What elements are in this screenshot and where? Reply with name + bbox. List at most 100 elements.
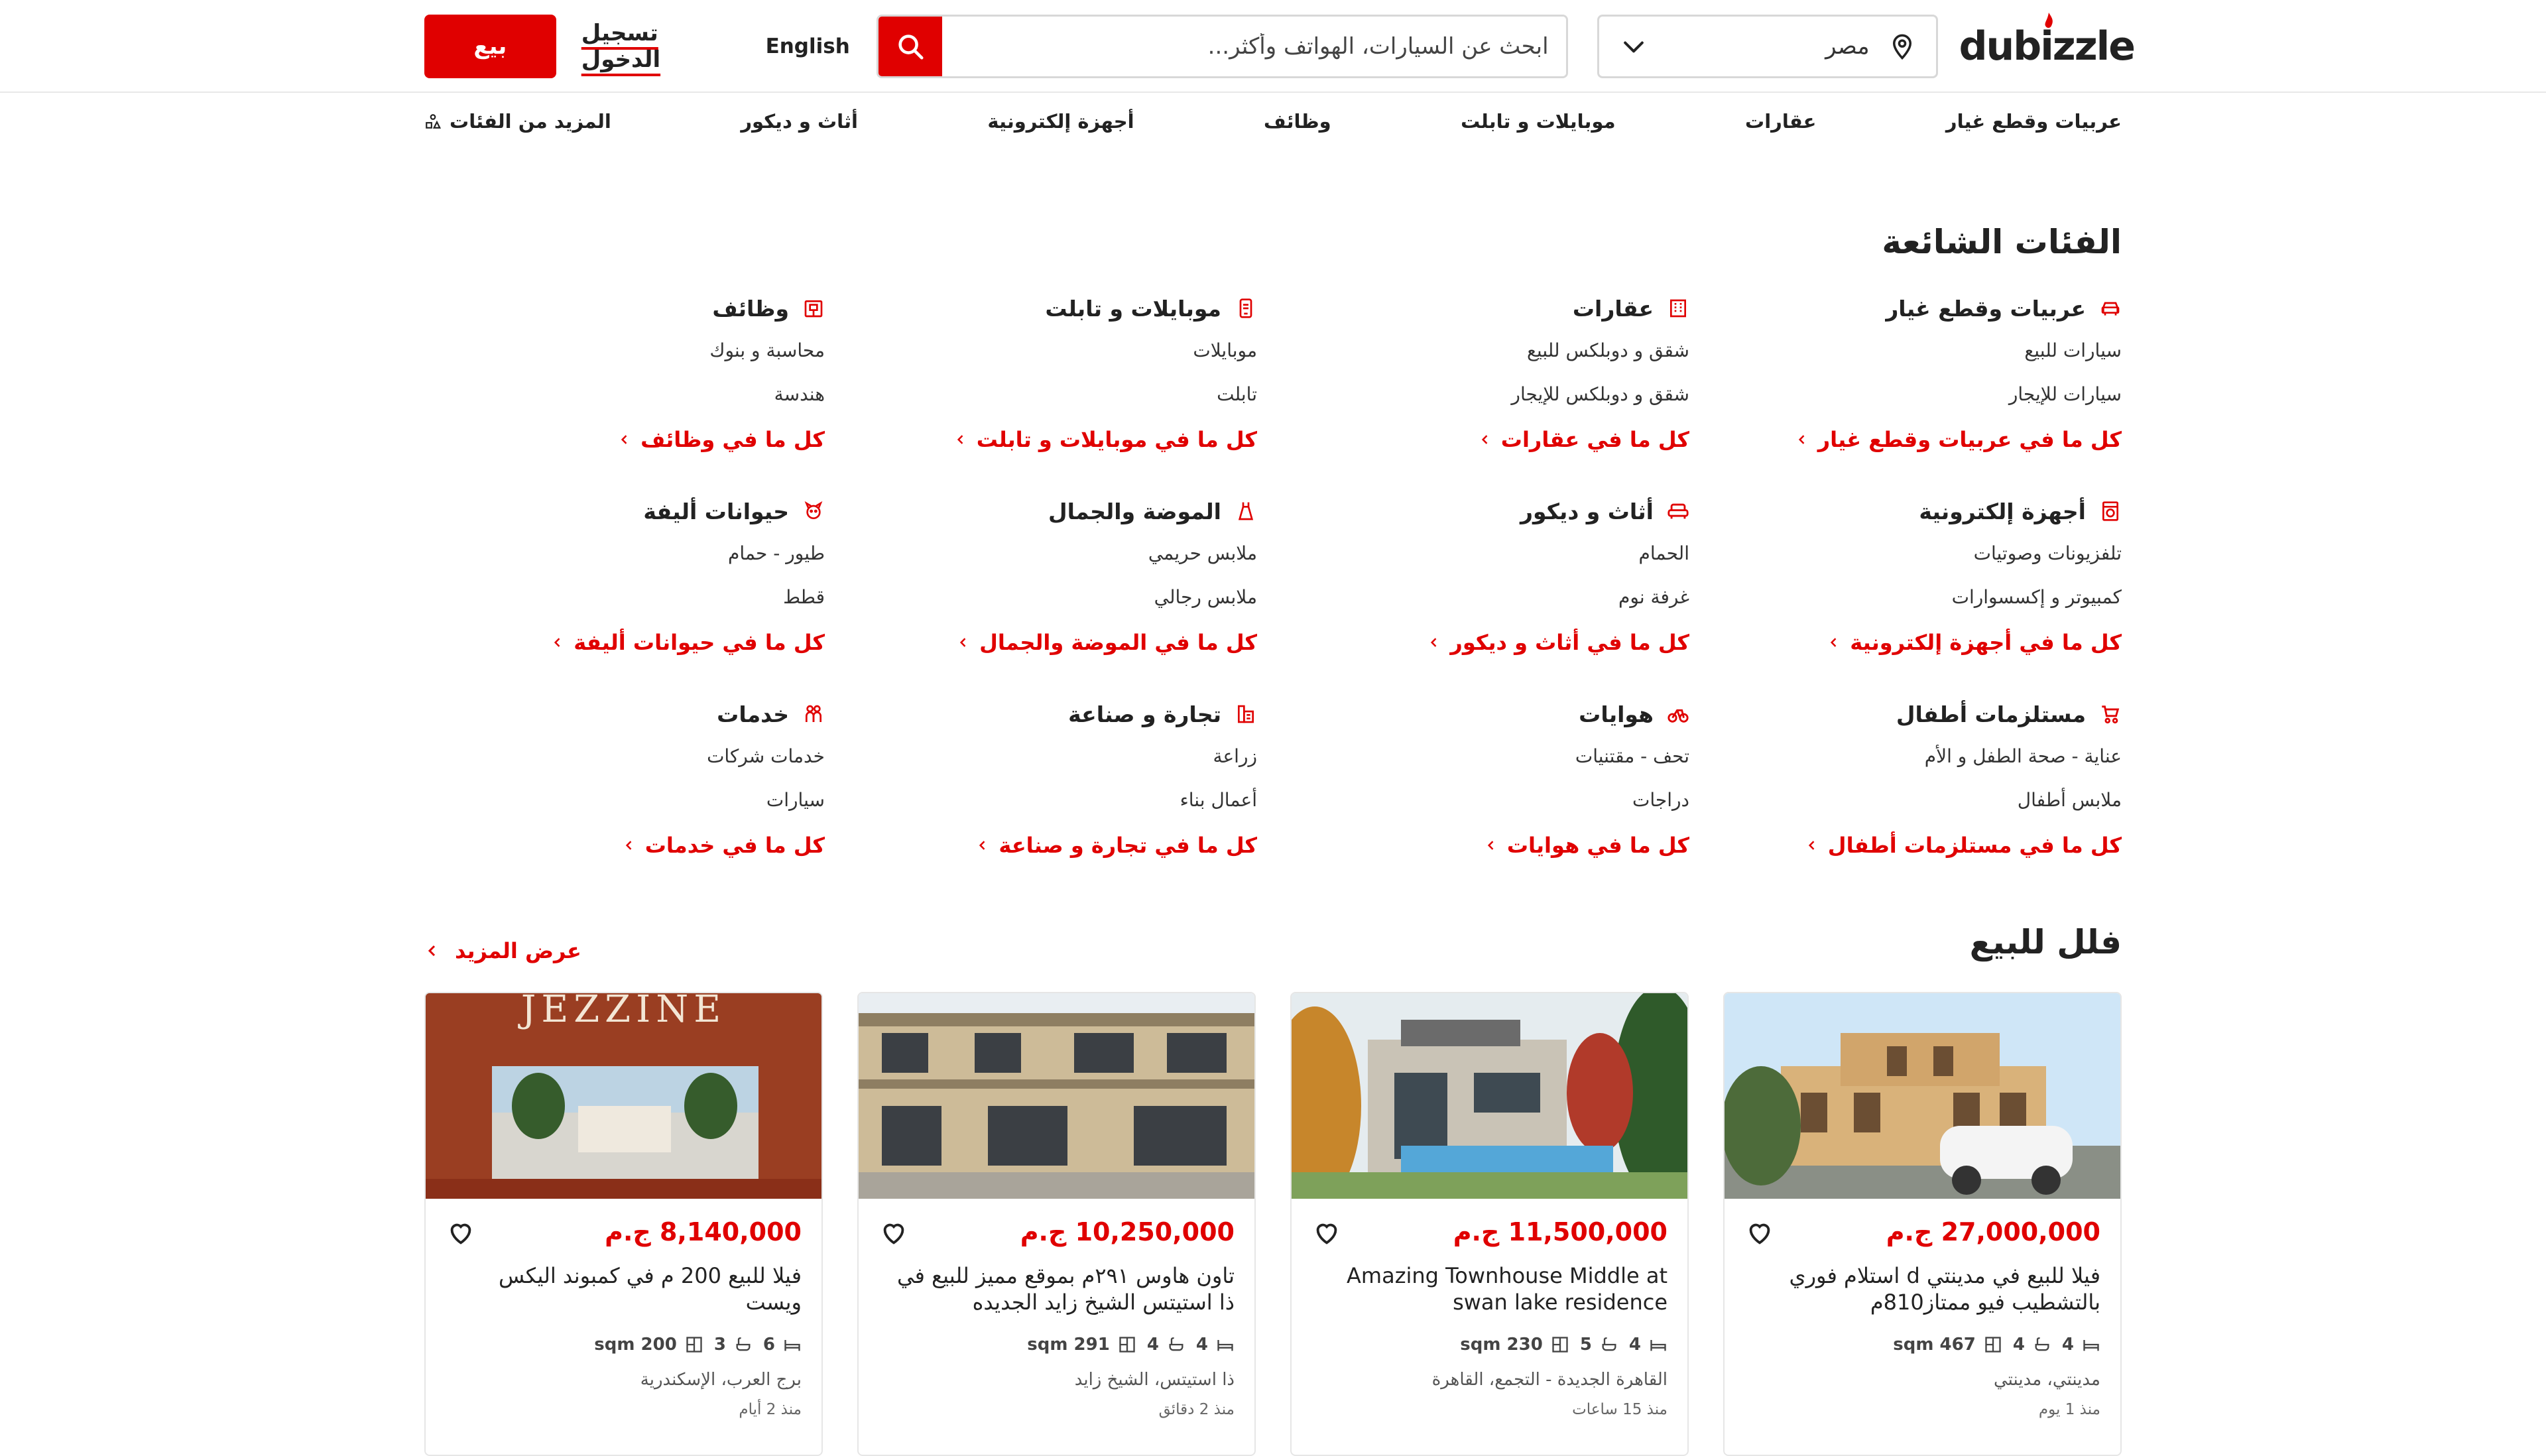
heart-icon[interactable] xyxy=(879,1217,909,1248)
login-link[interactable]: تسجيل الدخول xyxy=(581,20,735,73)
search-button[interactable] xyxy=(878,17,942,76)
nav-item-furniture[interactable]: أثاث و ديكور xyxy=(741,110,858,133)
see-all-link[interactable]: كل ما في عقارات xyxy=(1286,416,1689,463)
nav-item-more-categories[interactable]: المزيد من الفئات xyxy=(424,110,611,133)
see-all-label: كل ما في خدمات xyxy=(644,833,825,858)
see-all-link[interactable]: كل ما في تجارة و صناعة xyxy=(854,821,1257,869)
dubizzle-logo[interactable]: dubizzle xyxy=(1959,13,2136,70)
category-header[interactable]: خدمات xyxy=(422,694,825,734)
bicycle-icon xyxy=(1667,703,1689,725)
see-all-link[interactable]: كل ما في خدمات xyxy=(422,821,825,869)
category-header[interactable]: عقارات xyxy=(1286,288,1689,328)
category-header[interactable]: أثاث و ديكور xyxy=(1286,491,1689,531)
subcategory-link[interactable]: تلفزيونات وصوتيات xyxy=(1719,531,2122,575)
villas-section-title: فلل للبيع xyxy=(1969,923,2122,961)
listing-specs: 4 4 467 sqm xyxy=(1744,1326,2100,1363)
subcategory-link[interactable]: هندسة xyxy=(422,372,825,416)
listing-title[interactable]: Amazing Townhouse Middle at swan lake re… xyxy=(1311,1256,1667,1322)
subcategory-link[interactable]: غرفة نوم xyxy=(1286,575,1689,619)
heart-icon[interactable] xyxy=(1744,1217,1775,1248)
listing-image[interactable] xyxy=(1292,993,1687,1199)
listing-title[interactable]: فيلا للبيع 200 م في كمبوند اليكس ويست xyxy=(446,1256,802,1322)
category-header[interactable]: وظائف xyxy=(422,288,825,328)
subcategory-link[interactable]: ملابس رجالي xyxy=(854,575,1257,619)
see-all-link[interactable]: كل ما في الموضة والجمال xyxy=(854,619,1257,666)
heart-icon[interactable] xyxy=(1311,1217,1342,1248)
subcategory-link[interactable]: أعمال بناء xyxy=(854,778,1257,821)
subcategory-link[interactable]: موبايلات xyxy=(854,328,1257,372)
listing-card[interactable]: 11,500,000 ج.م Amazing Townhouse Middle … xyxy=(1290,992,1689,1456)
search-input[interactable] xyxy=(941,17,1566,76)
listing-image[interactable]: JEZZINE xyxy=(426,993,821,1199)
see-all-link[interactable]: كل ما في مستلزمات أطفال xyxy=(1719,821,2122,869)
subcategory-link[interactable]: كمبيوتر و إكسسوارات xyxy=(1719,575,2122,619)
subcategory-link[interactable]: تحف - مقتنيات xyxy=(1286,734,1689,778)
listing-card[interactable]: 27,000,000 ج.م فيلا للبيع في مدينتي d اس… xyxy=(1723,992,2122,1456)
nav-item-cars[interactable]: عربيات وقطع غيار xyxy=(1946,110,2122,133)
location-selector[interactable]: مصر xyxy=(1597,15,1938,78)
bed-icon xyxy=(1650,1340,1666,1351)
listing-title[interactable]: فيلا للبيع في مدينتي d استلام فوري بالتش… xyxy=(1744,1256,2100,1322)
nav-item-electronics[interactable]: أجهزة إلكترونية xyxy=(987,110,1134,133)
see-all-link[interactable]: كل ما في عربيات وقطع غيار xyxy=(1719,416,2122,463)
subcategory-link[interactable]: سيارات xyxy=(422,778,825,821)
category-header[interactable]: موبايلات و تابلت xyxy=(854,288,1257,328)
see-all-link[interactable]: كل ما في حيوانات أليفة xyxy=(422,619,825,666)
listing-image[interactable] xyxy=(1725,993,2120,1199)
see-all-label: كل ما في هوايات xyxy=(1506,833,1689,858)
show-more-link[interactable]: عرض المزيد xyxy=(424,938,581,963)
listing-specs: 4 4 291 sqm xyxy=(879,1326,1235,1363)
bath-icon xyxy=(2035,1337,2049,1351)
subcategory-link[interactable]: شقق و دوبلكس للإيجار xyxy=(1286,372,1689,416)
chevron-left-icon xyxy=(428,945,436,957)
listing-location: القاهرة الجديدة - التجمع، القاهرة xyxy=(1431,1370,1667,1390)
subcategory-link[interactable]: ملابس حريمي xyxy=(854,531,1257,575)
car-icon xyxy=(2099,297,2122,320)
see-all-link[interactable]: كل ما في أثاث و ديكور xyxy=(1286,619,1689,666)
chevron-down-icon xyxy=(1623,41,1644,53)
language-switch[interactable]: English xyxy=(766,34,850,58)
see-all-link[interactable]: كل ما في هوايات xyxy=(1286,821,1689,869)
sell-button[interactable]: بيع xyxy=(424,15,556,78)
see-all-link[interactable]: كل ما في أجهزة إلكترونية xyxy=(1719,619,2122,666)
listing-title[interactable]: تاون هاوس ٢٩١م بموقع مميز للبيع في ذا اس… xyxy=(879,1256,1235,1322)
category-header[interactable]: عربيات وقطع غيار xyxy=(1719,288,2122,328)
nav-item-properties[interactable]: عقارات xyxy=(1745,110,1816,133)
see-all-link[interactable]: كل ما في وظائف xyxy=(422,416,825,463)
listing-card[interactable]: JEZZINE 8,140,000 ج.م فيلا للبيع 200 م ف… xyxy=(424,992,823,1456)
category-header[interactable]: حيوانات أليفة xyxy=(422,491,825,531)
see-all-label: كل ما في مستلزمات أطفال xyxy=(1827,833,2122,858)
subcategory-link[interactable]: دراجات xyxy=(1286,778,1689,821)
heart-icon[interactable] xyxy=(446,1217,476,1248)
chevron-left-icon xyxy=(621,435,627,444)
category-header[interactable]: تجارة و صناعة xyxy=(854,694,1257,734)
category-header[interactable]: الموضة والجمال xyxy=(854,491,1257,531)
subcategory-link[interactable]: سيارات للإيجار xyxy=(1719,372,2122,416)
bedrooms-count: 4 xyxy=(1195,1335,1208,1355)
listing-image[interactable] xyxy=(859,993,1254,1199)
subcategory-link[interactable]: خدمات شركات xyxy=(422,734,825,778)
area-size: 467 sqm xyxy=(1893,1335,1976,1355)
category-header[interactable]: هوايات xyxy=(1286,694,1689,734)
subcategory-link[interactable]: شقق و دوبلكس للبيع xyxy=(1286,328,1689,372)
subcategory-link[interactable]: زراعة xyxy=(854,734,1257,778)
subcategory-link[interactable]: طيور - حمام xyxy=(422,531,825,575)
nav-item-jobs[interactable]: وظائف xyxy=(1264,110,1331,133)
nav-item-mobiles[interactable]: موبايلات و تابلت xyxy=(1461,110,1615,133)
subcategory-link[interactable]: محاسبة و بنوك xyxy=(422,328,825,372)
category-block: عربيات وقطع غيار سيارات للبيع سيارات للإ… xyxy=(1719,288,2122,491)
chevron-left-icon xyxy=(1481,435,1488,444)
category-header[interactable]: أجهزة إلكترونية xyxy=(1719,491,2122,531)
listing-card[interactable]: 10,250,000 ج.م تاون هاوس ٢٩١م بموقع مميز… xyxy=(857,992,1256,1456)
subcategory-link[interactable]: تابلت xyxy=(854,372,1257,416)
subcategory-link[interactable]: الحمام xyxy=(1286,531,1689,575)
category-header[interactable]: مستلزمات أطفال xyxy=(1719,694,2122,734)
chevron-left-icon xyxy=(979,841,985,850)
subcategory-link[interactable]: عناية - صحة الطفل و الأم xyxy=(1719,734,2122,778)
listing-price: 10,250,000 ج.م xyxy=(1020,1217,1235,1246)
see-all-link[interactable]: كل ما في موبايلات و تابلت xyxy=(854,416,1257,463)
category-block: حيوانات أليفة طيور - حمام قطط كل ما في ح… xyxy=(422,491,825,694)
subcategory-link[interactable]: سيارات للبيع xyxy=(1719,328,2122,372)
subcategory-link[interactable]: ملابس أطفال xyxy=(1719,778,2122,821)
subcategory-link[interactable]: قطط xyxy=(422,575,825,619)
